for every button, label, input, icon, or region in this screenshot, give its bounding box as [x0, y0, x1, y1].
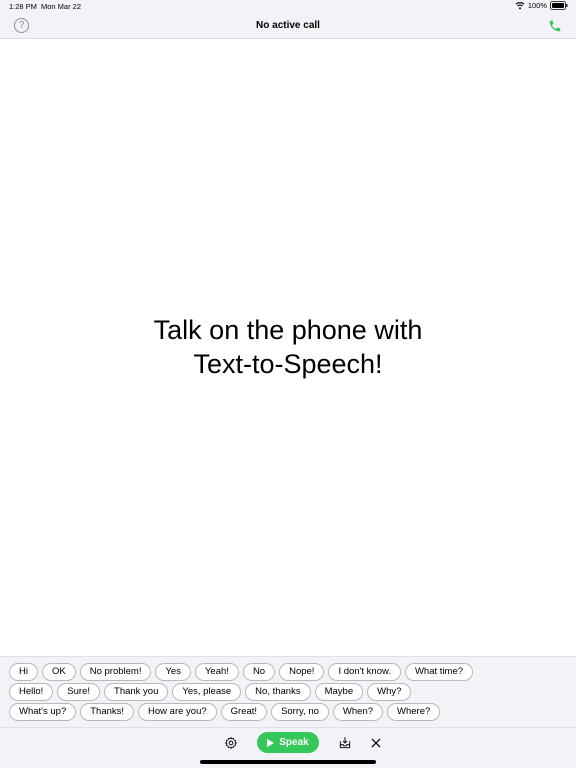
phrase-chip[interactable]: No problem! [79, 663, 152, 681]
tray-download-icon[interactable] [338, 736, 352, 750]
phrase-chip[interactable]: No, thanks [245, 683, 311, 701]
headline-line-2: Text-to-Speech! [193, 349, 383, 379]
status-right: 100% [515, 1, 568, 10]
phrase-chip[interactable]: Nope! [279, 663, 325, 681]
nav-bar: ? No active call [0, 14, 576, 39]
phrase-row-1: Hi OK No problem! Yes Yeah! No Nope! I d… [9, 663, 474, 681]
phrase-chip[interactable]: No [242, 663, 276, 681]
home-indicator [200, 760, 376, 764]
battery-icon [550, 1, 568, 10]
main-content: Talk on the phone with Text-to-Speech! [0, 40, 576, 656]
gear-icon[interactable] [224, 736, 238, 750]
phrase-chip[interactable]: Where? [387, 703, 441, 721]
phrase-row-3: What's up? Thanks! How are you? Great! S… [9, 703, 441, 721]
quick-phrases-panel: Hi OK No problem! Yes Yeah! No Nope! I d… [0, 656, 576, 727]
phrase-chip[interactable]: What's up? [9, 703, 77, 721]
phrase-chip[interactable]: Great! [220, 703, 268, 721]
headline-line-1: Talk on the phone with [153, 315, 423, 345]
phrase-row-2: Hello! Sure! Thank you Yes, please No, t… [9, 683, 412, 701]
phrase-chip[interactable]: Sorry, no [271, 703, 329, 721]
phrase-chip[interactable]: Thanks! [80, 703, 135, 721]
phrase-chip[interactable]: Yes [155, 663, 191, 681]
phrase-chip[interactable]: OK [41, 663, 76, 681]
wifi-icon [515, 2, 525, 10]
status-date: Mon Mar 22 [41, 2, 82, 11]
phrase-chip[interactable]: Thank you [104, 683, 169, 701]
phrase-chip[interactable]: Yeah! [194, 663, 239, 681]
phrase-chip[interactable]: Sure! [57, 683, 101, 701]
phone-icon[interactable] [548, 19, 562, 33]
page-title: No active call [256, 20, 320, 31]
speak-button[interactable]: Speak [257, 732, 319, 753]
status-bar: 1:28 PM Mon Mar 22 100% [0, 0, 576, 14]
phrase-chip[interactable]: Hello! [9, 683, 54, 701]
close-icon[interactable] [369, 736, 383, 750]
play-icon [267, 738, 275, 747]
phrase-chip[interactable]: When? [332, 703, 384, 721]
headline: Talk on the phone with Text-to-Speech! [0, 313, 576, 381]
phrase-chip[interactable]: Maybe [314, 683, 364, 701]
status-time: 1:28 PM [9, 2, 37, 11]
phrase-chip[interactable]: Hi [9, 663, 38, 681]
bottom-toolbar: Speak [0, 727, 576, 768]
battery-percent: 100% [527, 1, 547, 10]
phrase-chip[interactable]: How are you? [138, 703, 217, 721]
phrase-chip[interactable]: Why? [367, 683, 412, 701]
phrase-chip[interactable]: Yes, please [172, 683, 242, 701]
phrase-chip[interactable]: What time? [404, 663, 474, 681]
phrase-chip[interactable]: I don't know. [328, 663, 401, 681]
speak-label: Speak [279, 737, 309, 748]
